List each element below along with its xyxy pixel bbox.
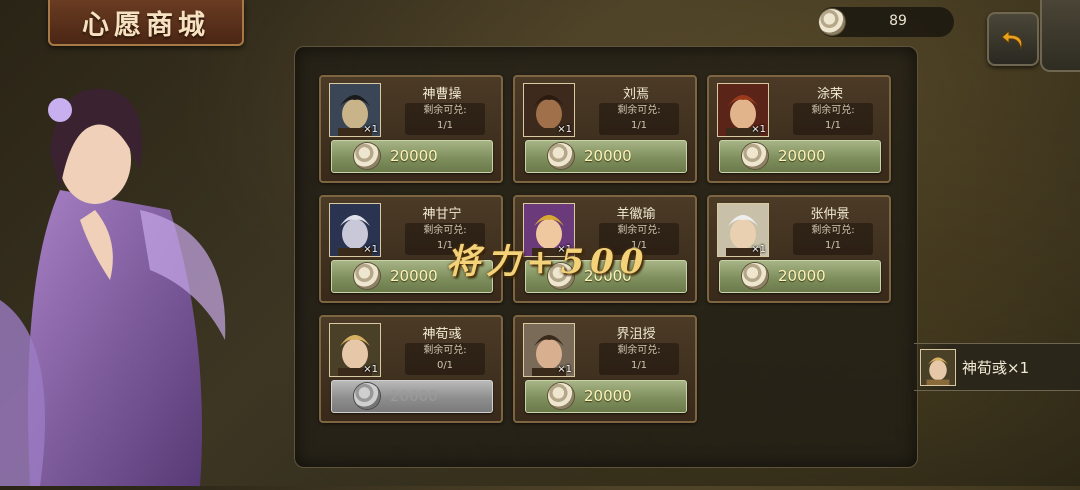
hero-name: 涂荣 [816, 87, 843, 102]
buy-button[interactable]: 20000 [331, 140, 493, 173]
toast-text: 神荀彧×1 [962, 359, 1030, 377]
coin-icon [354, 263, 380, 289]
hero-portrait[interactable]: ×1 [329, 83, 381, 137]
remaining-value: 1/1 [630, 360, 648, 371]
price-label: 20000 [778, 267, 826, 285]
corner-frame [1040, 0, 1080, 72]
hero-quantity: ×1 [751, 244, 766, 255]
buy-button[interactable]: 20000 [525, 140, 687, 173]
hero-name: 界沮授 [616, 327, 656, 342]
buy-button[interactable]: 20000 [719, 260, 881, 293]
coin-icon [354, 143, 380, 169]
remaining-label: 剩余可兑: [423, 105, 467, 116]
coin-icon [742, 263, 768, 289]
hero-portrait[interactable]: ×1 [717, 203, 769, 257]
hero-portrait[interactable]: ×1 [523, 323, 575, 377]
remaining-info: 剩余可兑: 1/1 [793, 223, 873, 255]
remaining-label: 剩余可兑: [811, 105, 855, 116]
remaining-label: 剩余可兑: [617, 345, 661, 356]
remaining-info: 剩余可兑: 1/1 [793, 103, 873, 135]
remaining-label: 剩余可兑: [617, 105, 661, 116]
character-art [0, 40, 230, 486]
remaining-label: 剩余可兑: [811, 225, 855, 236]
back-arrow-icon [1001, 29, 1023, 50]
hero-quantity: ×1 [363, 244, 378, 255]
hero-name: 张仲景 [810, 207, 850, 222]
hero-card: ×1 涂荣剩余可兑: 1/1 20000 [707, 75, 891, 183]
hero-quantity: ×1 [363, 124, 378, 135]
hero-quantity: ×1 [557, 364, 572, 375]
remaining-value: 1/1 [436, 120, 454, 131]
reward-toast: 神荀彧×1 [914, 343, 1080, 391]
coin-icon [354, 383, 380, 409]
hero-quantity: ×1 [363, 364, 378, 375]
buy-button[interactable]: 20000 [525, 380, 687, 413]
price-label: 20000 [390, 387, 438, 405]
buy-button[interactable]: 20000 [331, 380, 493, 413]
hero-portrait[interactable]: ×1 [329, 203, 381, 257]
remaining-info: 剩余可兑: 0/1 [405, 343, 485, 375]
hero-name: 神荀彧 [422, 327, 462, 342]
page-title: 心愿商城 [82, 9, 210, 41]
remaining-info: 剩余可兑: 1/1 [599, 103, 679, 135]
hero-card: ×1 界沮授剩余可兑: 1/1 20000 [513, 315, 697, 423]
remaining-label: 剩余可兑: [423, 345, 467, 356]
currency-amount: 89 [889, 13, 907, 29]
reward-float-text: 将力+500 [446, 242, 650, 282]
hero-quantity: ×1 [751, 124, 766, 135]
back-button[interactable] [987, 12, 1039, 66]
coin-icon [548, 383, 574, 409]
currency-display: 89 [818, 7, 954, 37]
toast-hero-portrait [920, 349, 956, 386]
hero-portrait[interactable]: ×1 [717, 83, 769, 137]
hero-portrait[interactable]: ×1 [523, 83, 575, 137]
hero-name: 神曹操 [422, 87, 462, 102]
hero-name: 羊徽瑜 [616, 207, 656, 222]
hero-card: ×1 张仲景剩余可兑: 1/1 20000 [707, 195, 891, 303]
hero-card: ×1 神曹操剩余可兑: 1/1 20000 [319, 75, 503, 183]
remaining-value: 1/1 [630, 120, 648, 131]
hero-name: 神甘宁 [422, 207, 462, 222]
coin-icon [742, 143, 768, 169]
remaining-info: 剩余可兑: 1/1 [599, 343, 679, 375]
remaining-value: 1/1 [824, 120, 842, 131]
price-label: 20000 [390, 267, 438, 285]
price-label: 20000 [584, 387, 632, 405]
coin-icon [819, 9, 845, 35]
remaining-value: 0/1 [436, 360, 454, 371]
price-label: 20000 [584, 147, 632, 165]
hero-card: ×1 刘焉剩余可兑: 1/1 20000 [513, 75, 697, 183]
hero-portrait[interactable]: ×1 [329, 323, 381, 377]
remaining-info: 剩余可兑: 1/1 [405, 103, 485, 135]
hero-card: ×1 神荀彧剩余可兑: 0/1 20000 [319, 315, 503, 423]
coin-icon [548, 143, 574, 169]
hero-quantity: ×1 [557, 124, 572, 135]
page-title-banner: 心愿商城 [48, 0, 244, 46]
buy-button[interactable]: 20000 [719, 140, 881, 173]
price-label: 20000 [778, 147, 826, 165]
price-label: 20000 [390, 147, 438, 165]
hero-name: 刘焉 [622, 87, 649, 102]
remaining-value: 1/1 [824, 240, 842, 251]
